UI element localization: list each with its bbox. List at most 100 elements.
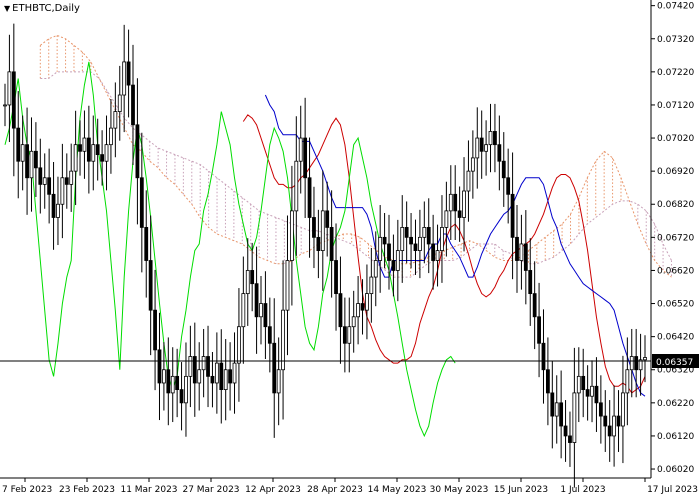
candle-body xyxy=(347,326,352,344)
candle-body xyxy=(506,177,511,195)
candle-body xyxy=(537,316,541,344)
candle-body xyxy=(312,217,316,238)
candle-body xyxy=(568,435,572,443)
candle-body xyxy=(541,342,546,371)
candle-body xyxy=(272,342,277,394)
candle-body xyxy=(497,144,502,162)
x-tick-label: 1 Jul 2023 xyxy=(560,485,605,495)
y-tick-label: 0.07220 xyxy=(657,68,694,78)
candle-body xyxy=(241,293,246,328)
y-tick-label: 0.07120 xyxy=(657,101,694,111)
candle-body xyxy=(192,356,197,384)
candle-body xyxy=(91,144,96,162)
candle-body xyxy=(126,61,131,86)
candle-body xyxy=(440,227,444,251)
y-tick-label: 0.07420 xyxy=(657,2,694,12)
chart-container[interactable]: 0.07420 0.07320 0.07220 0.07120 0.07020 0.069… xyxy=(0,0,700,500)
candle-body xyxy=(206,356,210,377)
candle-body xyxy=(338,293,343,328)
candle-body xyxy=(603,415,608,427)
candle-body xyxy=(356,303,361,318)
y-tick-label: 0.06220 xyxy=(657,399,694,409)
candle-body xyxy=(387,243,391,261)
candle-body xyxy=(510,193,515,238)
candle-body xyxy=(479,137,484,152)
triangle-down-icon[interactable]: ▼ xyxy=(4,4,10,13)
candle-body xyxy=(585,389,590,397)
x-tick-label: 14 May 2023 xyxy=(368,485,427,495)
candle-body xyxy=(342,326,347,344)
candle-body xyxy=(33,150,38,169)
candle-body xyxy=(404,227,409,238)
candle-body xyxy=(572,392,577,443)
candle-body xyxy=(462,190,466,218)
x-tick-label: 30 May 2023 xyxy=(430,485,489,495)
candle-body xyxy=(139,177,144,228)
candle-body xyxy=(484,144,489,152)
candle-body xyxy=(294,160,299,212)
x-tick-label: 28 Apr 2023 xyxy=(307,485,363,495)
candle-body xyxy=(254,283,259,318)
candle-body xyxy=(144,227,149,261)
candle-body xyxy=(590,385,594,397)
ichimoku-chart[interactable]: 0.07420 0.07320 0.07220 0.07120 0.07020 0.069… xyxy=(0,0,700,500)
candle-body xyxy=(157,349,162,384)
candle-body xyxy=(298,137,303,162)
x-tick-label: 23 Feb 2023 xyxy=(59,485,115,495)
candle-body xyxy=(267,326,272,344)
candle-body xyxy=(109,127,113,146)
candle-body xyxy=(444,210,449,228)
candle-body xyxy=(598,402,603,417)
candle-body xyxy=(391,260,396,271)
candle-body xyxy=(64,177,69,185)
x-tick-label: 7 Feb 2023 xyxy=(2,485,52,495)
candle-body xyxy=(470,157,475,172)
candle-body xyxy=(42,177,47,185)
y-tick-label: 0.07320 xyxy=(657,35,694,45)
candle-body xyxy=(122,61,127,96)
candle-body xyxy=(554,402,559,417)
y-tick-label: 0.06420 xyxy=(657,333,694,343)
candle-body xyxy=(457,210,462,218)
candle-body xyxy=(104,144,109,162)
candle-body xyxy=(289,210,294,261)
candle-body xyxy=(532,293,537,318)
candle-body xyxy=(369,276,374,295)
candle-body xyxy=(259,303,263,318)
x-tick-label: 11 Mar 2023 xyxy=(120,485,177,495)
chart-title-bar[interactable]: ▼ ETHBTC,Daily xyxy=(4,3,80,15)
candle-body xyxy=(263,303,268,328)
candle-body xyxy=(594,385,599,404)
chart-title: ETHBTC,Daily xyxy=(12,3,80,14)
candle-body xyxy=(435,250,440,261)
candle-body xyxy=(422,227,427,238)
candle-body xyxy=(466,170,471,192)
y-tick-label: 0.06120 xyxy=(657,432,694,442)
candle-body xyxy=(47,177,52,195)
candle-body xyxy=(351,316,356,328)
candle-body xyxy=(245,270,250,295)
candle-body xyxy=(223,369,228,390)
candle-body xyxy=(519,243,524,261)
candle-body xyxy=(38,167,43,185)
candle-body xyxy=(448,193,453,212)
candle-body xyxy=(493,131,497,146)
candle-body xyxy=(86,137,91,162)
candle-body xyxy=(170,375,175,394)
candle-body xyxy=(179,389,184,404)
candle-body xyxy=(373,260,378,278)
y-tick-label: 0.06620 xyxy=(657,266,694,276)
candle-body xyxy=(550,392,555,417)
y-tick-label: 0.06520 xyxy=(657,300,694,310)
candle-body xyxy=(515,236,519,261)
candle-body xyxy=(113,111,118,129)
y-tick-label: 0.06920 xyxy=(657,167,694,177)
candle-body xyxy=(60,177,65,205)
candle-body xyxy=(475,137,480,159)
candle-body xyxy=(616,415,621,427)
candle-body xyxy=(576,375,581,394)
candle-body xyxy=(237,326,241,364)
y-axis-ticks: 0.07420 0.07320 0.07220 0.07120 0.07020 0.069… xyxy=(651,2,694,475)
candle-body xyxy=(621,392,625,427)
candle-body xyxy=(316,236,321,251)
